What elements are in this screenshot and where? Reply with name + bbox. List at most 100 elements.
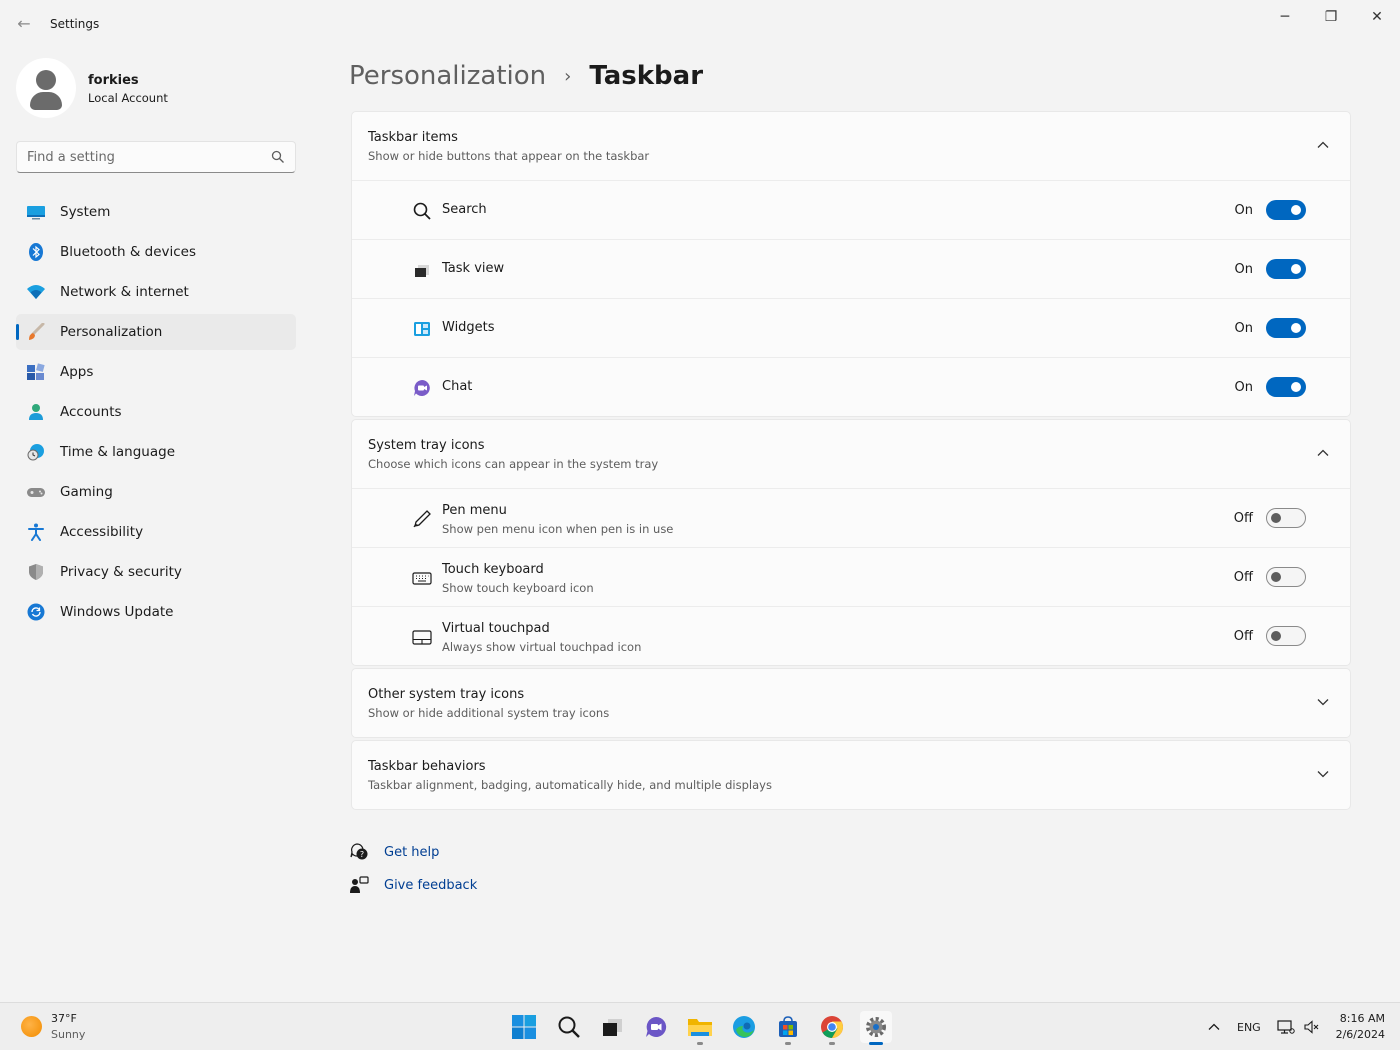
- weather-temperature[interactable]: 37°F: [51, 1012, 77, 1025]
- sidebar-item-privacy[interactable]: Privacy & security: [16, 554, 296, 590]
- show-hidden-icons-button[interactable]: [1207, 1018, 1221, 1036]
- sidebar-item-label: Gaming: [60, 484, 113, 500]
- taskbar-behaviors-section[interactable]: Taskbar behaviors Taskbar alignment, bad…: [351, 740, 1351, 810]
- breadcrumb-separator: ›: [564, 65, 572, 87]
- taskbar-store-button[interactable]: [772, 1011, 804, 1045]
- sidebar-item-apps[interactable]: Apps: [16, 354, 296, 390]
- system-tray-section: System tray icons Choose which icons can…: [351, 419, 1351, 666]
- sidebar-item-accounts[interactable]: Accounts: [16, 394, 296, 430]
- taskbar-chat-button[interactable]: [640, 1011, 672, 1043]
- setting-label: Virtual touchpad: [442, 621, 550, 636]
- section-title: Taskbar behaviors: [368, 759, 486, 774]
- file-explorer-icon: [688, 1019, 712, 1036]
- sidebar-item-label: System: [60, 204, 111, 220]
- chevron-up-icon[interactable]: [1316, 138, 1330, 152]
- minimize-button[interactable]: ─: [1265, 6, 1305, 28]
- sidebar-item-time-language[interactable]: Time & language: [16, 434, 296, 470]
- chevron-down-icon[interactable]: [1316, 767, 1330, 781]
- section-subtitle: Show or hide buttons that appear on the …: [368, 149, 650, 163]
- task-view-icon: [603, 1019, 622, 1036]
- edge-icon: [733, 1016, 755, 1038]
- sun-icon[interactable]: [21, 1016, 42, 1037]
- taskbar-items-header[interactable]: Taskbar items Show or hide buttons that …: [352, 112, 1350, 180]
- accessibility-icon: [28, 523, 44, 541]
- weather-condition[interactable]: Sunny: [51, 1028, 85, 1041]
- back-button[interactable]: ←: [14, 14, 34, 34]
- setting-label: Task view: [442, 261, 505, 276]
- setting-description: Show touch keyboard icon: [442, 581, 594, 595]
- touch-keyboard-toggle[interactable]: [1266, 567, 1306, 587]
- taskbar-edge-button[interactable]: [728, 1011, 760, 1043]
- start-icon: [512, 1015, 536, 1039]
- section-subtitle: Taskbar alignment, badging, automaticall…: [368, 778, 772, 792]
- sidebar-item-label: Accessibility: [60, 524, 144, 540]
- clock-date[interactable]: 2/6/2024: [1336, 1028, 1385, 1041]
- task-view-toggle[interactable]: [1266, 259, 1306, 279]
- sidebar-item-accessibility[interactable]: Accessibility: [16, 514, 296, 550]
- give-feedback-label: Give feedback: [384, 877, 478, 893]
- taskbar-chrome-button[interactable]: [816, 1011, 848, 1045]
- volume-icon-button[interactable]: [1303, 1018, 1321, 1036]
- system-tray-header[interactable]: System tray icons Choose which icons can…: [352, 420, 1350, 488]
- setting-row-task-view: Task view On: [352, 239, 1350, 298]
- taskbar-items-section: Taskbar items Show or hide buttons that …: [351, 111, 1351, 417]
- get-help-label: Get help: [384, 844, 440, 860]
- section-subtitle: Show or hide additional system tray icon…: [368, 706, 610, 720]
- taskbar-search-button[interactable]: [553, 1011, 585, 1043]
- help-icon: ?: [350, 843, 368, 860]
- restore-button[interactable]: ❐: [1311, 6, 1351, 28]
- toggle-state: On: [1234, 321, 1253, 336]
- search-toggle[interactable]: [1266, 200, 1306, 220]
- taskbar-behaviors-header[interactable]: Taskbar behaviors Taskbar alignment, bad…: [352, 741, 1350, 809]
- setting-description: Show pen menu icon when pen is in use: [442, 522, 674, 536]
- other-tray-header[interactable]: Other system tray icons Show or hide add…: [352, 669, 1350, 737]
- sidebar-item-system[interactable]: System: [16, 194, 296, 230]
- setting-label: Pen menu: [442, 503, 507, 518]
- brush-icon: [29, 323, 45, 340]
- search-icon: [558, 1016, 580, 1038]
- start-button[interactable]: [508, 1011, 540, 1043]
- sidebar-item-personalization[interactable]: Personalization: [16, 314, 296, 350]
- network-icon-button[interactable]: [1277, 1018, 1295, 1036]
- setting-label: Search: [442, 202, 487, 217]
- clock-time[interactable]: 8:16 AM: [1340, 1012, 1385, 1025]
- sidebar-item-gaming[interactable]: Gaming: [16, 474, 296, 510]
- profile-card[interactable]: forkies Local Account: [16, 58, 296, 118]
- toggle-state: On: [1234, 262, 1253, 277]
- search-input[interactable]: [17, 142, 267, 172]
- section-title: System tray icons: [368, 438, 485, 453]
- toggle-state: Off: [1233, 570, 1253, 585]
- chat-toggle[interactable]: [1266, 377, 1306, 397]
- avatar: [16, 58, 76, 118]
- get-help-link[interactable]: ? Get help: [349, 841, 439, 863]
- window-title: Settings: [50, 17, 100, 31]
- chevron-up-icon[interactable]: [1316, 446, 1330, 460]
- close-button[interactable]: ✕: [1357, 6, 1397, 28]
- pen-menu-toggle[interactable]: [1266, 508, 1306, 528]
- touchpad-icon: [412, 630, 432, 645]
- setting-label: Chat: [442, 379, 473, 394]
- setting-label: Widgets: [442, 320, 495, 335]
- settings-icon: [866, 1017, 886, 1037]
- widgets-toggle[interactable]: [1266, 318, 1306, 338]
- language-indicator[interactable]: ENG: [1237, 1018, 1261, 1036]
- search-icon[interactable]: [271, 150, 285, 164]
- setting-label: Touch keyboard: [442, 562, 544, 577]
- apps-icon: [27, 363, 45, 380]
- sidebar-item-bluetooth[interactable]: Bluetooth & devices: [16, 234, 296, 270]
- taskbar-file-explorer-button[interactable]: [684, 1011, 716, 1045]
- breadcrumb-parent[interactable]: Personalization: [349, 61, 546, 91]
- chevron-down-icon[interactable]: [1316, 695, 1330, 709]
- sidebar-item-windows-update[interactable]: Windows Update: [16, 594, 296, 630]
- taskbar-settings-button[interactable]: [860, 1011, 892, 1045]
- give-feedback-link[interactable]: Give feedback: [349, 874, 477, 896]
- setting-row-widgets: Widgets On: [352, 298, 1350, 357]
- task-view-icon: [415, 265, 429, 277]
- other-tray-section[interactable]: Other system tray icons Show or hide add…: [351, 668, 1351, 738]
- profile-name: forkies: [88, 73, 139, 88]
- chrome-icon: [821, 1016, 843, 1038]
- sidebar-item-network[interactable]: Network & internet: [16, 274, 296, 310]
- taskbar-task-view-button[interactable]: [596, 1011, 628, 1043]
- sidebar-item-label: Bluetooth & devices: [60, 244, 197, 260]
- virtual-touchpad-toggle[interactable]: [1266, 626, 1306, 646]
